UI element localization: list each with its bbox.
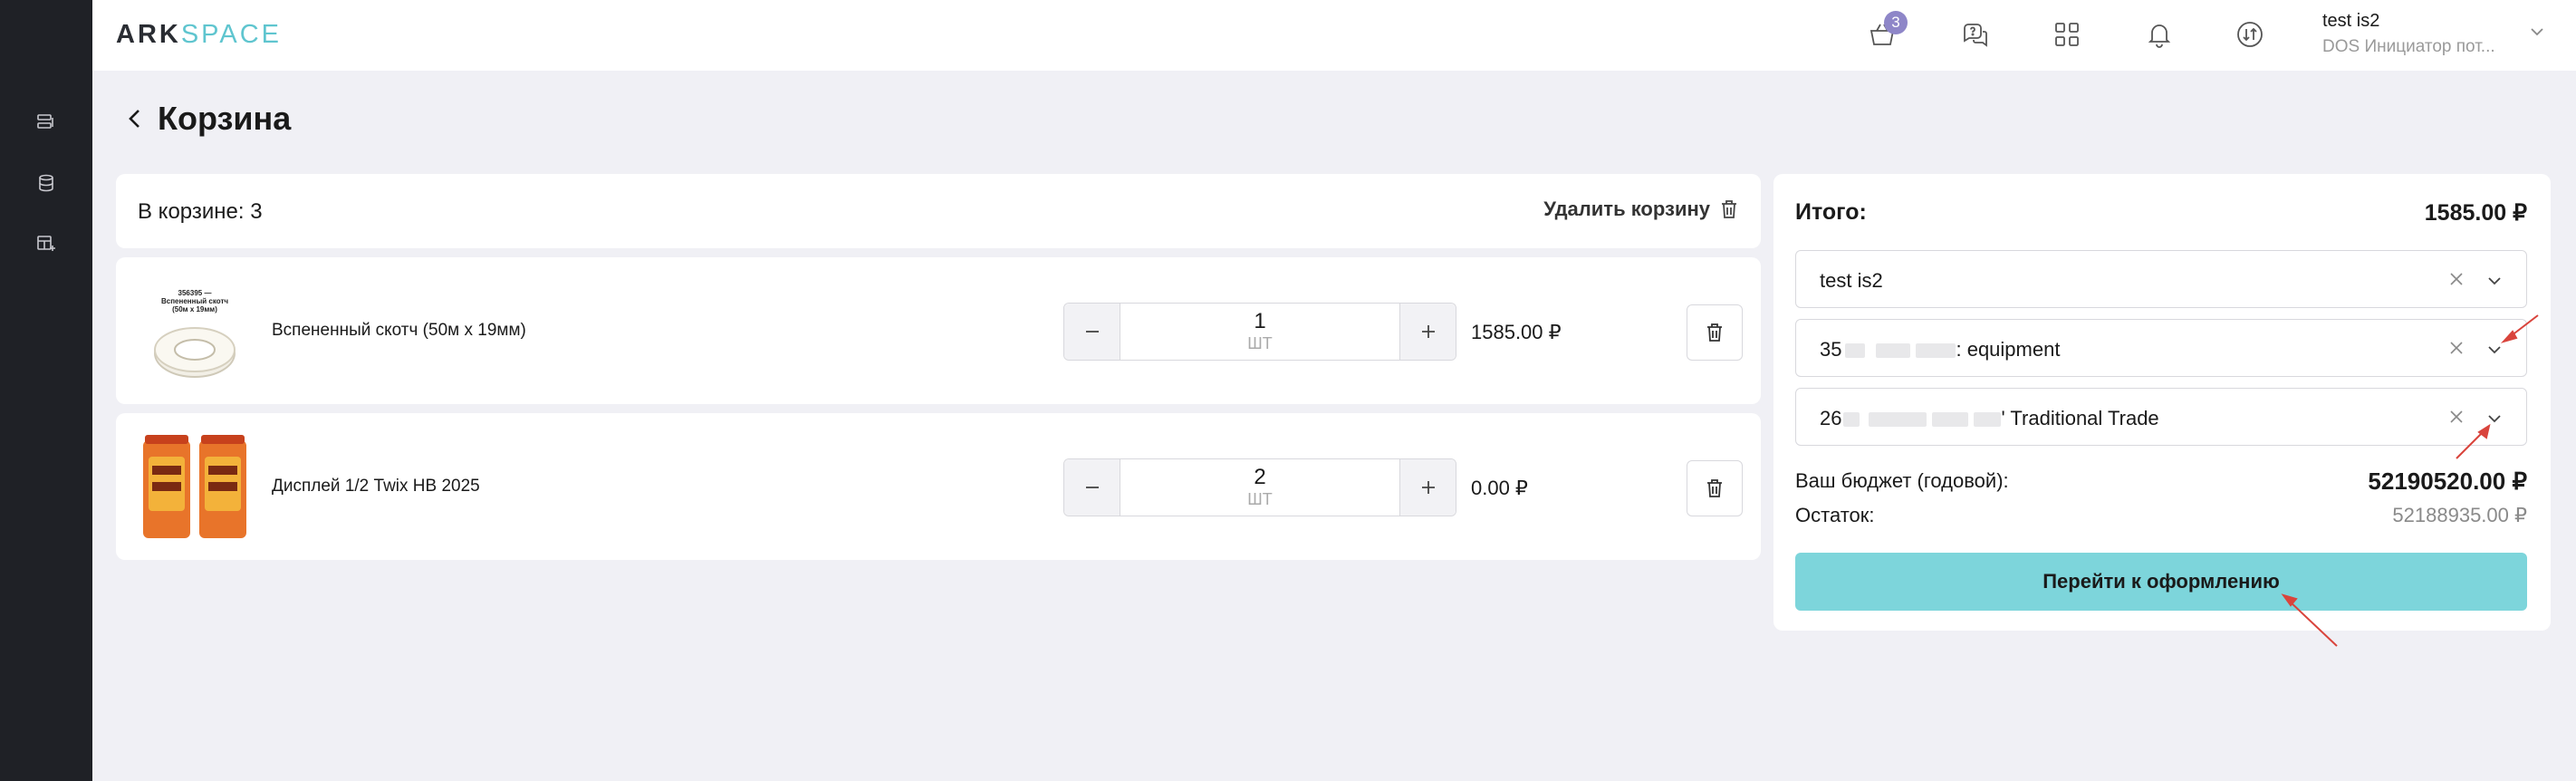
clear-icon[interactable]	[2446, 338, 2466, 362]
cart-item: Дисплей 1/2 Twix HB 2025 2 ШТ 0.00 ₽	[116, 413, 1761, 560]
quantity-stepper: 1 ШТ	[1063, 303, 1456, 361]
grid-icon	[2055, 23, 2079, 46]
user-menu[interactable]: test is2 DOS Инициатор пот...	[2322, 11, 2522, 57]
quantity-stepper: 2 ШТ	[1063, 458, 1456, 516]
minus-icon	[1085, 487, 1099, 488]
order-summary: Итого: 1585.00 ₽ test is2 35: equipment …	[1773, 174, 2551, 631]
cost-center-select[interactable]: 35 : equipment	[1795, 319, 2527, 377]
trash-icon	[1707, 479, 1722, 497]
decrease-button[interactable]	[1064, 304, 1120, 360]
list-icon[interactable]	[34, 111, 58, 134]
user-select[interactable]: test is2	[1795, 250, 2527, 308]
support-button[interactable]	[1956, 16, 1993, 53]
delete-item-button[interactable]	[1687, 460, 1743, 516]
swap-icon	[2237, 22, 2263, 47]
plus-icon	[1421, 481, 1435, 494]
user-name: test is2	[2322, 11, 2380, 31]
channel-value: 26 ' Traditional Trade	[1820, 407, 2159, 430]
cart-header: В корзине: 3 Удалить корзину	[116, 174, 1761, 248]
cost-center-suffix: : equipment	[1956, 338, 2061, 361]
logo-part2: SPACE	[180, 20, 283, 49]
quantity-value: 1	[1254, 309, 1266, 334]
remaining-value: 52188935.00 ₽	[2392, 504, 2527, 526]
chevron-down-icon[interactable]	[2485, 271, 2504, 295]
quantity-value: 2	[1254, 465, 1266, 490]
cost-center-value: 35 : equipment	[1820, 338, 2060, 362]
quantity-input[interactable]: 1 ШТ	[1120, 304, 1399, 360]
table-add-icon[interactable]	[34, 232, 58, 256]
clear-cart-label: Удалить корзину	[1543, 198, 1710, 220]
svg-text:356395 —: 356395 —	[178, 289, 212, 297]
back-button[interactable]	[121, 105, 149, 132]
remaining-label: Остаток:	[1795, 504, 1875, 526]
cart-item: 356395 — Вспененный скотч (50м х 19мм) В…	[116, 257, 1761, 404]
svg-text:(50м х 19мм): (50м х 19мм)	[172, 305, 217, 313]
top-bar: ARKSPACE 3 test is2 DOS Инициатор пот...	[92, 0, 2576, 71]
help-chat-icon	[1964, 24, 1987, 47]
quantity-input[interactable]: 2 ШТ	[1120, 459, 1399, 516]
page-header: Корзина	[121, 100, 291, 138]
sidebar	[0, 0, 92, 781]
channel-suffix: ' Traditional Trade	[2001, 407, 2159, 429]
clear-icon[interactable]	[2446, 407, 2466, 431]
product-image: 356395 — Вспененный скотч (50м х 19мм)	[136, 274, 254, 388]
redacted-text	[1916, 343, 1956, 359]
increase-button[interactable]	[1399, 459, 1456, 516]
increase-button[interactable]	[1399, 304, 1456, 360]
product-name: Вспененный скотч (50м х 19мм)	[272, 321, 526, 340]
quantity-unit: ШТ	[1247, 333, 1273, 352]
item-price: 1585.00 ₽	[1471, 321, 1562, 343]
decrease-button[interactable]	[1064, 459, 1120, 516]
logo[interactable]: ARKSPACE	[116, 20, 282, 50]
database-icon[interactable]	[34, 171, 58, 195]
clear-icon[interactable]	[2446, 269, 2466, 294]
clear-cart-button[interactable]: Удалить корзину	[1543, 198, 1739, 221]
redacted-text	[1843, 412, 1860, 428]
svg-text:Вспененный скотч: Вспененный скотч	[161, 297, 228, 305]
user-role: DOS Инициатор пот...	[2322, 37, 2495, 56]
redacted-text	[1974, 412, 2002, 428]
trash-icon	[1722, 200, 1736, 218]
switch-role-button[interactable]	[2232, 16, 2268, 53]
chevron-down-icon[interactable]	[2527, 22, 2547, 46]
summary-total: 1585.00 ₽	[2424, 200, 2527, 226]
user-select-value: test is2	[1820, 269, 1883, 292]
checkout-button[interactable]: Перейти к оформлению	[1795, 553, 2527, 611]
channel-select[interactable]: 26 ' Traditional Trade	[1795, 388, 2527, 446]
quantity-unit: ШТ	[1247, 489, 1273, 508]
delete-item-button[interactable]	[1687, 304, 1743, 361]
cost-center-prefix: 35	[1820, 338, 1842, 361]
chevron-left-icon	[129, 110, 139, 128]
redacted-text	[1845, 343, 1866, 359]
minus-icon	[1085, 331, 1099, 333]
product-name: Дисплей 1/2 Twix HB 2025	[272, 477, 480, 496]
trash-icon	[1707, 323, 1722, 342]
cart-count: В корзине: 3	[138, 199, 263, 224]
redacted-text	[1869, 412, 1927, 428]
redacted-text	[1932, 412, 1969, 428]
chevron-down-icon[interactable]	[2485, 340, 2504, 364]
channel-prefix: 26	[1820, 407, 1842, 429]
product-image	[136, 429, 254, 544]
budget-label: Ваш бюджет (годовой):	[1795, 469, 2009, 492]
redacted-text	[1876, 343, 1911, 359]
notifications-button[interactable]	[2141, 16, 2177, 53]
plus-icon	[1421, 325, 1435, 338]
item-price: 0.00 ₽	[1471, 477, 1528, 499]
cart-button[interactable]: 3	[1864, 11, 1908, 53]
logo-part1: ARK	[116, 20, 181, 49]
cart-badge: 3	[1884, 11, 1908, 34]
bell-icon	[2148, 24, 2171, 48]
summary-title: Итого:	[1795, 199, 1867, 225]
page-title: Корзина	[158, 100, 292, 137]
chevron-down-icon[interactable]	[2485, 409, 2504, 433]
budget-value: 52190520.00 ₽	[2368, 468, 2527, 495]
apps-button[interactable]	[2049, 16, 2085, 53]
